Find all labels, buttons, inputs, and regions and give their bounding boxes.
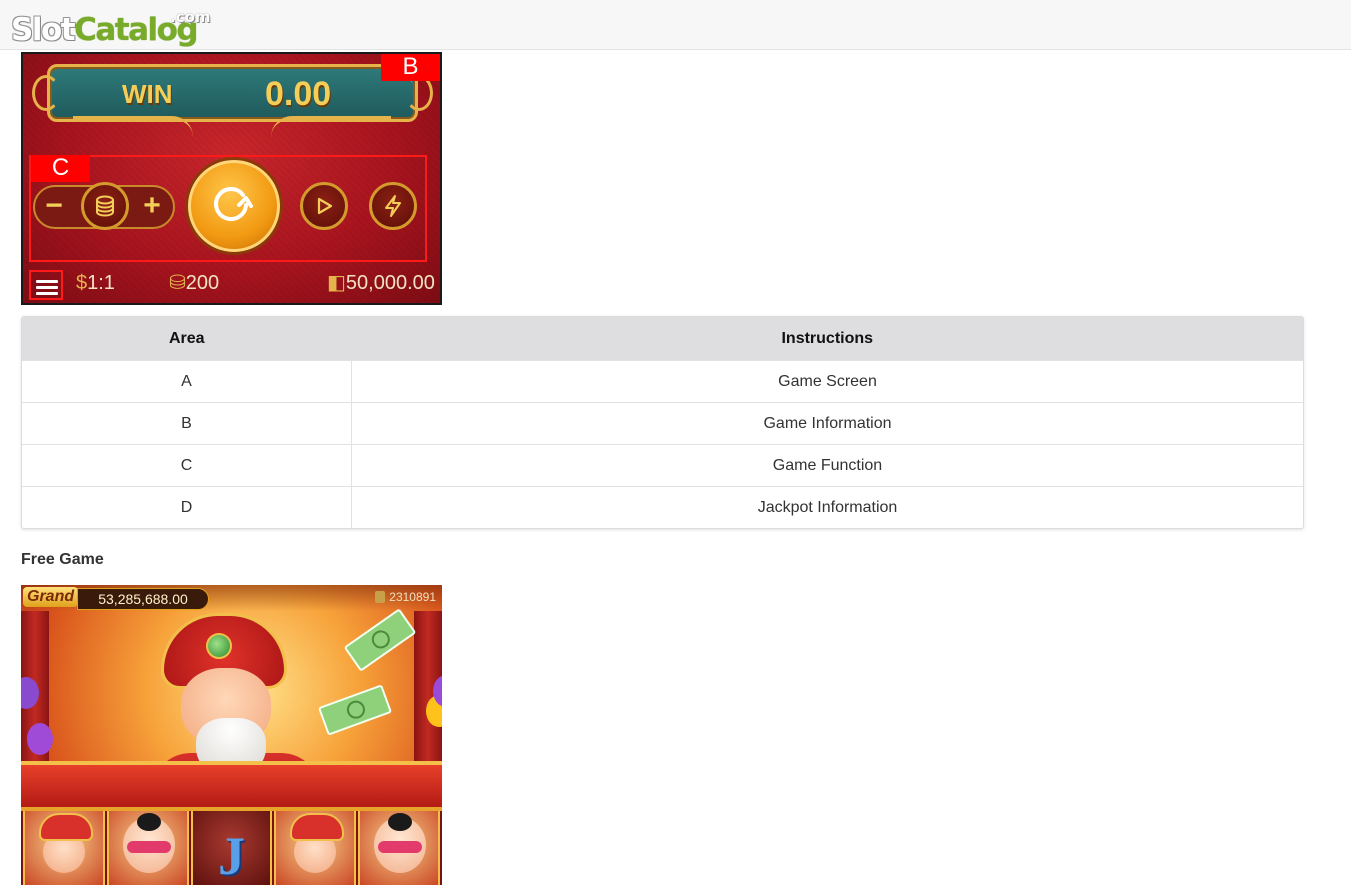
autoplay-button[interactable] (300, 182, 348, 230)
logo-suffix: .com (170, 8, 211, 26)
game-control-panel-image: WIN 0.00 B C − + $1:1 ⛁200 ◧50,000.00 (21, 52, 442, 305)
plus-icon: + (143, 189, 161, 222)
plus-button[interactable]: + (135, 189, 169, 223)
turbo-button[interactable] (369, 182, 417, 230)
spin-icon (214, 187, 253, 222)
table-row: A Game Screen (22, 360, 1303, 403)
coin-total: ⛁200 (169, 270, 219, 296)
spin-button[interactable] (188, 160, 280, 252)
balance-value: 50,000.00 (345, 272, 435, 294)
player-id-value: 2310891 (389, 590, 436, 604)
table-header-row: Area Instructions (22, 317, 1303, 361)
instructions-table: Area Instructions A Game Screen B Game I… (21, 316, 1304, 529)
balance: ◧50,000.00 (327, 270, 435, 296)
lightning-icon (385, 195, 401, 217)
decorative-curve-right (271, 116, 391, 137)
column-header-area: Area (22, 317, 352, 361)
panel-status-bar: $1:1 ⛁200 ◧50,000.00 (23, 266, 440, 303)
area-cell: B (22, 402, 352, 445)
wallet-icon: ◧ (327, 272, 346, 294)
balloon-decoration (27, 723, 53, 755)
win-value: 0.00 (265, 75, 332, 113)
area-tag-c: C (31, 155, 90, 182)
bet-rate-value: 1:1 (87, 272, 115, 294)
reel-symbol-fortune-god (23, 811, 105, 885)
minus-button[interactable]: − (37, 189, 71, 223)
table-row: D Jackpot Information (22, 486, 1303, 528)
grand-jackpot-label: Grand (23, 587, 79, 607)
instructions-cell: Game Screen (351, 360, 1303, 403)
instructions-cell: Jackpot Information (351, 486, 1303, 528)
minus-icon: − (45, 189, 63, 222)
area-cell: D (22, 486, 352, 528)
jackpot-bar: Grand 53,285,688.00 2310891 (21, 585, 442, 611)
dollar-icon: $ (76, 272, 88, 294)
menu-icon[interactable] (29, 270, 63, 300)
free-game-image: J Grand 53,285,688.00 2310891 (21, 585, 442, 885)
area-cell: A (22, 360, 352, 403)
reel-symbol-child (358, 811, 440, 885)
decorative-curve-left (73, 116, 193, 137)
win-label: WIN (122, 79, 173, 109)
reel-j-glyph: J (217, 826, 245, 885)
logo-text-slot: Slot (11, 12, 76, 48)
coin-total-value: 200 (185, 272, 220, 294)
instructions-cell: Game Function (351, 444, 1303, 487)
win-display: WIN 0.00 (32, 64, 433, 122)
play-icon (317, 197, 333, 215)
reel-symbol-fortune-god (274, 811, 357, 885)
coin-stack-icon (96, 195, 114, 217)
banknote-icon (343, 608, 417, 672)
bet-rate: $1:1 (76, 270, 115, 296)
player-icon (375, 591, 386, 603)
table-row: B Game Information (22, 402, 1303, 445)
coin-stack-button[interactable] (81, 182, 129, 230)
reel-symbol-j: J (190, 811, 273, 885)
hat-gem (206, 633, 232, 659)
coins-icon: ⛁ (169, 272, 186, 294)
area-tag-b: B (381, 54, 440, 81)
area-cell: C (22, 444, 352, 487)
table-row: C Game Function (22, 444, 1303, 487)
slot-reels: J (21, 807, 442, 885)
reel-symbol-child (106, 811, 189, 885)
grand-jackpot-value: 53,285,688.00 (77, 588, 209, 610)
player-id: 2310891 (375, 590, 436, 604)
column-header-instructions: Instructions (351, 317, 1303, 361)
instructions-cell: Game Information (351, 402, 1303, 445)
site-header: SlotCatalog .com (0, 0, 1351, 50)
free-game-heading: Free Game (21, 551, 104, 568)
